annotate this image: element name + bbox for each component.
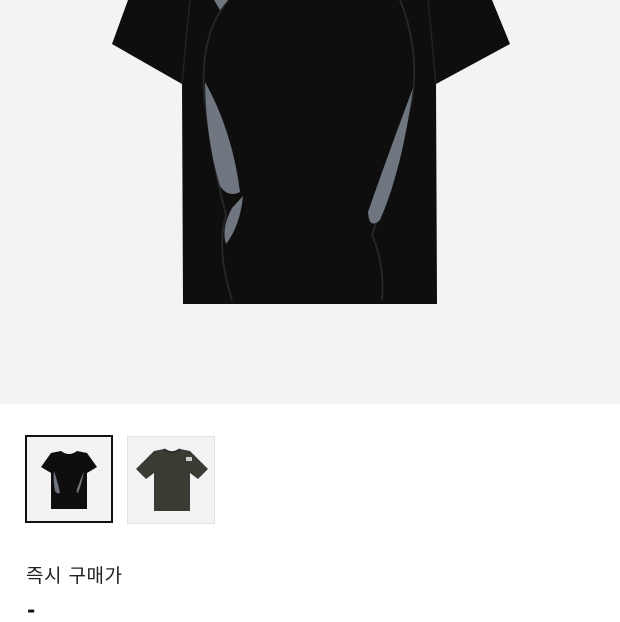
instant-buy-price-label: 즉시 구매가 (26, 565, 123, 587)
tshirt-illustration (112, 0, 510, 304)
olive-tshirt-icon (136, 448, 208, 511)
product-main-image (0, 0, 620, 404)
thumbnail-olive-tshirt[interactable] (127, 436, 215, 524)
instant-buy-price-value: - (27, 598, 36, 622)
black-tshirt-icon (41, 451, 97, 509)
thumbnail-black-tshirt[interactable] (25, 435, 113, 523)
